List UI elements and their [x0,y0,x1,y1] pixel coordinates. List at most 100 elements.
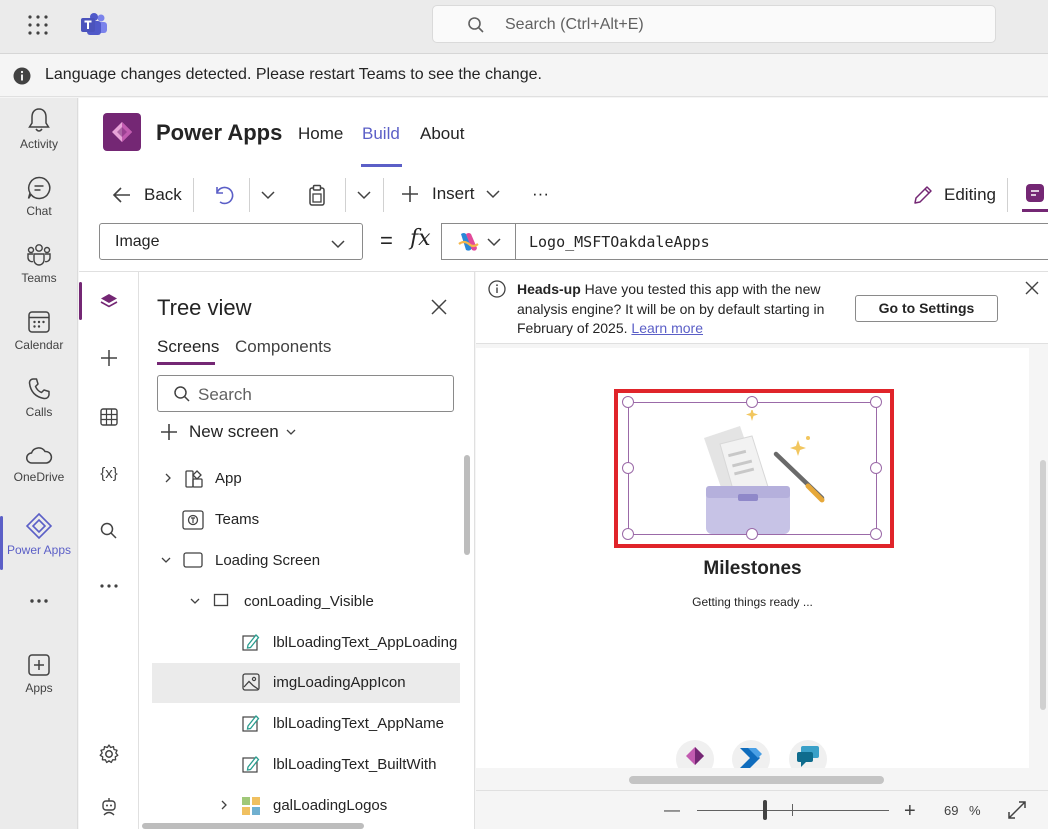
copilot-button[interactable] [441,223,515,260]
tab-components[interactable]: Components [235,337,331,357]
rail-item-chat[interactable]: Chat [0,175,78,237]
canvas-horizontal-scrollbar[interactable] [629,776,884,784]
close-icon[interactable] [430,298,448,319]
chevron-right-icon [165,473,171,483]
tree-item-label-control[interactable]: lblLoadingText_AppName [152,704,460,744]
rail-item-power-apps[interactable]: Power Apps [0,512,78,574]
selection-frame[interactable] [628,402,877,535]
more-tools-button[interactable] [79,566,139,606]
gear-icon [99,744,119,764]
paste-menu-chevron-icon[interactable] [356,187,372,206]
rail-item-apps[interactable]: Apps [0,652,78,714]
tree-item-container[interactable]: conLoading_Visible [152,582,460,622]
zoom-slider-track[interactable] [697,810,889,811]
go-to-settings-button[interactable]: Go to Settings [855,295,998,322]
tree-item-gallery[interactable]: galLoadingLogos [152,786,460,826]
variables-icon[interactable]: {x} [79,453,139,493]
rail-more-button[interactable] [0,596,78,616]
tree-vertical-scrollbar[interactable] [464,455,470,555]
formula-value: Logo_MSFTOakdaleApps [529,233,710,251]
zoom-slider-tick [792,804,793,816]
text-label-icon [242,634,260,651]
search-tool-button[interactable] [79,511,139,551]
rail-label: Calls [25,405,53,419]
rail-item-teams[interactable]: Teams [0,242,78,304]
active-tab-indicator [157,362,215,365]
clipboard-icon [309,184,325,206]
rail-item-calls[interactable]: Calls [0,376,78,438]
canvas-vertical-scrollbar[interactable] [1040,460,1046,710]
image-icon [242,673,260,691]
tree-item-loading-screen[interactable]: Loading Screen [152,541,460,581]
new-screen-button[interactable]: New screen [160,422,297,442]
tab-screens[interactable]: Screens [157,337,219,357]
power-virtual-agents-logo-icon [789,740,827,778]
more-commands-button[interactable]: ··· [532,184,549,204]
rail-item-calendar[interactable]: Calendar [0,309,78,371]
settings-button[interactable] [79,734,139,774]
tab-build[interactable]: Build [362,124,400,144]
tree-item-app[interactable]: App [152,459,460,499]
container-icon [213,593,229,607]
cloud-icon [26,447,53,464]
app-name-label: Milestones [703,558,802,579]
resize-handle-right[interactable] [870,462,882,474]
screen-icon [183,552,203,568]
power-apps-logo-icon [103,113,141,151]
tree-item-label-control[interactable]: lblLoadingText_BuiltWith [152,745,460,785]
tab-home[interactable]: Home [298,124,343,144]
data-tool-button[interactable] [79,397,139,437]
search-icon [467,16,485,37]
zoom-slider-thumb[interactable] [763,800,767,820]
tree-search-input[interactable]: Search [157,375,454,412]
resize-handle-bottom-left[interactable] [622,528,634,540]
learn-more-link[interactable]: Learn more [631,320,703,336]
tree-item-label-control[interactable]: lblLoadingText_AppLoading [152,623,460,663]
copilot-icon [458,232,479,251]
insert-button[interactable]: Insert [400,184,501,204]
tree-horizontal-scrollbar[interactable] [142,823,364,829]
tab-about[interactable]: About [420,124,464,144]
tree-view-button[interactable] [79,282,139,322]
close-icon[interactable] [1025,281,1039,298]
chat-icon [27,176,51,200]
undo-menu-chevron-icon[interactable] [260,187,276,206]
zoom-out-button[interactable]: — [664,802,680,820]
rail-label: Apps [25,681,53,695]
tree-item-image-selected[interactable]: imgLoadingAppIcon [152,663,460,703]
back-button[interactable]: Back [110,183,182,207]
search-icon [173,385,191,406]
teams-search-box[interactable]: Search (Ctrl+Alt+E) [432,5,996,43]
chevron-down-icon [487,237,501,246]
text-label-icon [242,756,260,773]
resize-handle-top[interactable] [746,396,758,408]
app-launcher-icon[interactable] [26,13,50,37]
undo-icon [216,186,234,205]
insert-tool-button[interactable] [79,338,139,378]
fit-to-window-button[interactable] [1007,800,1027,823]
undo-button[interactable] [211,183,235,210]
divider [383,178,384,212]
virtual-agent-button[interactable] [79,787,139,827]
rail-item-activity[interactable]: Activity [0,106,78,168]
layers-icon [100,294,118,308]
bot-icon [102,798,116,816]
tree-item-label: conLoading_Visible [244,593,374,610]
zoom-in-button[interactable]: + [904,800,916,823]
resize-handle-top-left[interactable] [622,396,634,408]
resize-handle-left[interactable] [622,462,634,474]
phone-icon [28,378,50,400]
paste-button[interactable] [305,183,329,210]
rail-item-onedrive[interactable]: OneDrive [0,443,78,505]
app-icon [185,470,203,488]
property-dropdown[interactable]: Image [99,223,363,260]
resize-handle-top-right[interactable] [870,396,882,408]
formula-input[interactable]: Logo_MSFTOakdaleApps [515,223,1048,260]
app-checker-icon[interactable] [1022,182,1048,215]
resize-handle-bottom-right[interactable] [870,528,882,540]
tree-item-teams[interactable]: Teams [152,500,460,540]
resize-handle-bottom[interactable] [746,528,758,540]
pencil-icon [914,186,932,204]
editing-mode-button[interactable]: Editing [911,183,996,207]
info-icon [488,280,506,301]
